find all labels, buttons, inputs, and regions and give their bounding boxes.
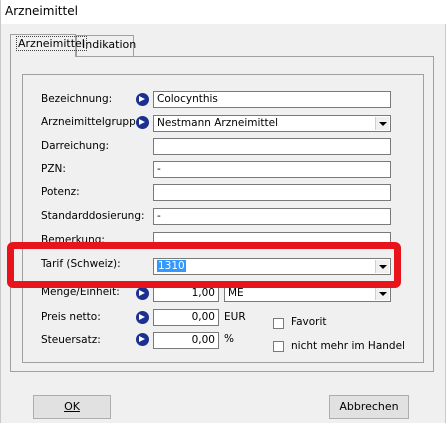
potenz-field[interactable] [153,184,391,201]
abbrechen-button[interactable]: Abbrechen [329,395,409,419]
bezeichnung-nav-icon[interactable] [136,93,149,106]
gruppe-nav-icon[interactable] [136,116,149,129]
preis-unit: EUR [224,311,246,323]
abbrechen-button-label: Abbrechen [339,400,399,413]
einheit-select-value: ME [228,287,244,299]
nicht-mehr-im-handel-checkbox[interactable] [273,341,284,352]
standarddosierung-label: Standarddosierung: [41,210,145,222]
steuersatz-unit: % [224,333,234,345]
pzn-field[interactable]: - [153,161,391,178]
favorit-checkbox[interactable] [273,318,284,329]
steuersatz-field[interactable]: 0,00 [153,332,219,349]
gruppe-select[interactable]: Nestmann Arzneimittel [153,115,391,132]
standarddosierung-field[interactable]: - [153,208,391,225]
pzn-label: PZN: [41,163,66,175]
ok-button-label: OK [64,400,80,413]
gruppe-select-value: Nestmann Arzneimittel [157,117,279,129]
menge-nav-icon[interactable] [136,287,149,300]
steuersatz-label: Steuersatz: [41,334,101,346]
gruppe-label: Arzneimittelgruppe: [41,116,146,128]
chevron-down-icon[interactable] [375,287,389,300]
window-title: Arzneimittel [5,4,78,18]
tab-arzneimittel[interactable]: Arzneimittel [10,34,87,57]
highlight-box [7,242,401,288]
preis-nav-icon[interactable] [136,311,149,324]
ok-button[interactable]: OK [33,395,111,419]
chevron-down-icon[interactable] [375,117,389,130]
tab-indikation-label: Indikation [82,38,137,51]
preis-label: Preis netto: [41,311,101,323]
bezeichnung-label: Bezeichnung: [41,93,113,105]
tab-arzneimittel-label: Arzneimittel [16,36,87,51]
title-bar: Arzneimittel [1,0,446,24]
favorit-label: Favorit [291,316,327,328]
darreichung-field[interactable] [153,138,391,155]
nicht-mehr-im-handel-label: nicht mehr im Handel [291,340,405,352]
potenz-label: Potenz: [41,186,80,198]
bezeichnung-field[interactable]: Colocynthis [153,91,391,108]
steuersatz-nav-icon[interactable] [136,333,149,346]
preis-field[interactable]: 0,00 [153,309,219,326]
darreichung-label: Darreichung: [41,140,110,152]
